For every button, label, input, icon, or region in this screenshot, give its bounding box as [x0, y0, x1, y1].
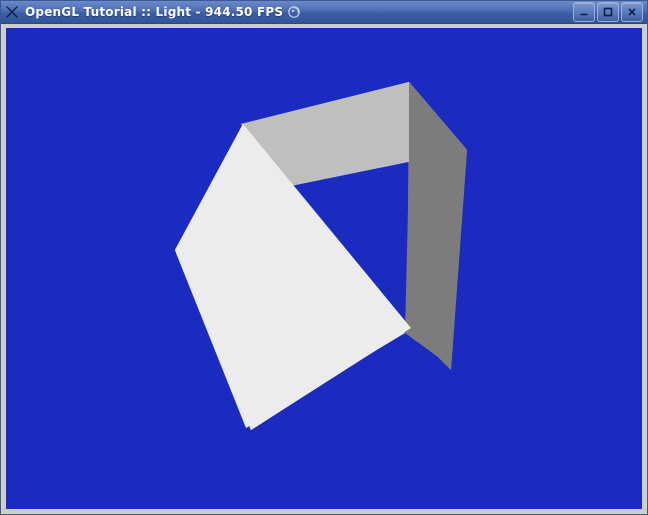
app-x-icon [1, 1, 23, 23]
titlebar[interactable]: OpenGL Tutorial :: Light - 944.50 FPS [1, 1, 647, 24]
gl-viewport [6, 28, 642, 509]
minimize-button[interactable] [573, 2, 595, 22]
window-title: OpenGL Tutorial :: Light - 944.50 FPS [23, 5, 283, 19]
maximize-icon [603, 7, 613, 17]
client-frame [2, 24, 646, 513]
lit-cube [161, 68, 501, 448]
face-right-final2 [409, 82, 467, 370]
maximize-button[interactable] [597, 2, 619, 22]
minimize-icon [579, 7, 589, 17]
app-window: OpenGL Tutorial :: Light - 944.50 FPS [0, 0, 648, 515]
close-icon [627, 7, 637, 17]
close-button[interactable] [621, 2, 643, 22]
window-buttons [572, 2, 644, 22]
gecko-swirl-icon [287, 5, 301, 19]
